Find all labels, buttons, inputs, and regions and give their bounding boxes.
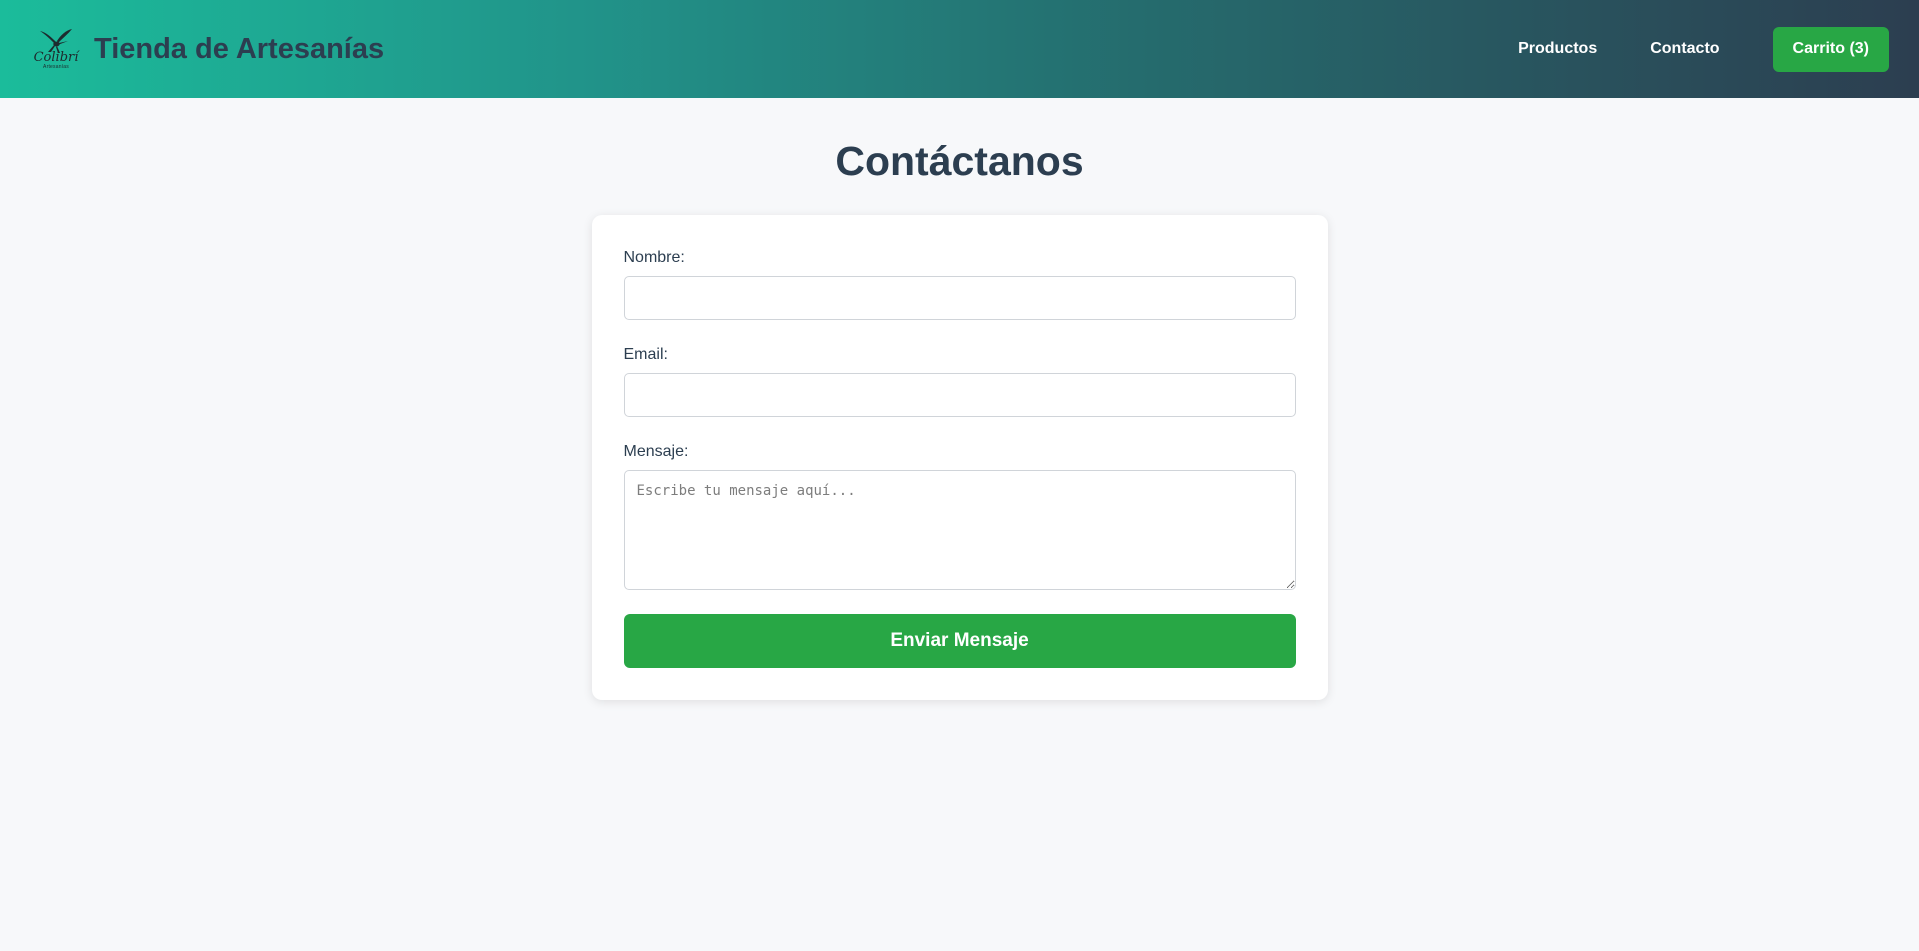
main-nav: Productos Contacto Carrito (3) <box>1518 26 1889 72</box>
main-content: Contáctanos Nombre: Email: Mensaje: Envi… <box>0 98 1919 700</box>
message-label: Mensaje: <box>623 443 689 460</box>
email-label: Email: <box>623 346 668 363</box>
page-title: Contáctanos <box>835 138 1084 184</box>
send-message-button[interactable]: Enviar Mensaje <box>623 614 1296 668</box>
message-textarea[interactable] <box>623 470 1296 590</box>
email-input[interactable] <box>623 373 1296 417</box>
cart-button[interactable]: Carrito (3) <box>1772 26 1889 72</box>
name-label: Nombre: <box>623 249 685 266</box>
contact-form: Nombre: Email: Mensaje: Enviar Mensaje <box>591 215 1328 700</box>
nav-link-productos[interactable]: Productos <box>1518 40 1597 58</box>
name-input[interactable] <box>623 276 1296 320</box>
logo-subtext: Artesanías <box>43 64 69 70</box>
site-header: Colibrí Artesanías Tienda de Artesanías … <box>0 0 1919 98</box>
logo[interactable]: Colibrí Artesanías <box>34 23 78 75</box>
nav-link-contacto[interactable]: Contacto <box>1650 40 1719 58</box>
site-title[interactable]: Tienda de Artesanías <box>94 33 384 66</box>
logo-text: Colibrí <box>33 50 79 65</box>
